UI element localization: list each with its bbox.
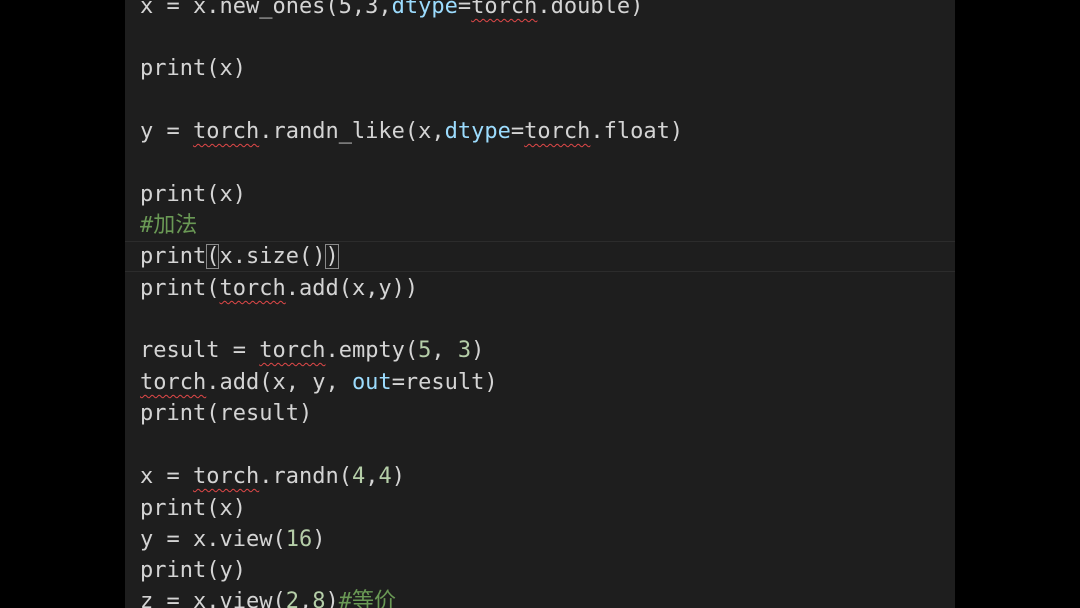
- code-token: print: [140, 244, 207, 269]
- code-token: torch: [524, 119, 591, 144]
- code-line[interactable]: z = x.view(2,8)#等价: [140, 586, 396, 608]
- code-token: torch: [192, 464, 260, 489]
- code-line[interactable]: print(torch.add(x,y)): [140, 273, 418, 304]
- code-token: torch: [192, 119, 260, 144]
- code-token: torch: [140, 370, 207, 395]
- code-token: ): [325, 589, 339, 608]
- code-token: 8: [312, 589, 326, 608]
- code-line[interactable]: y = x.view(16): [140, 524, 325, 555]
- code-editor[interactable]: x = x.new_ones(5,3,dtype=torch.double) p…: [125, 0, 955, 608]
- code-line[interactable]: x = torch.randn(4,4): [140, 461, 405, 492]
- code-token: .double): [537, 0, 644, 19]
- code-token: =: [510, 119, 525, 144]
- code-token: ,: [365, 464, 379, 489]
- code-line[interactable]: print(x): [140, 53, 246, 84]
- code-token: ): [312, 527, 326, 552]
- code-line[interactable]: torch.add(x, y, out=result): [140, 367, 498, 398]
- code-token: result =: [140, 338, 260, 363]
- code-line[interactable]: #加法: [140, 210, 197, 241]
- code-comment: #等价: [338, 589, 396, 608]
- code-comment: #加法: [140, 213, 198, 238]
- code-token: .float): [590, 119, 684, 144]
- code-token: ): [391, 464, 405, 489]
- code-token: =: [457, 0, 472, 19]
- code-token: 3: [457, 338, 472, 363]
- code-token: 4: [378, 464, 392, 489]
- code-line[interactable]: y = torch.randn_like(x,dtype=torch.float…: [140, 116, 683, 147]
- code-token: dtype: [391, 0, 458, 19]
- code-token: dtype: [444, 119, 511, 144]
- code-line[interactable]: print(x): [140, 493, 246, 524]
- code-token: y =: [140, 119, 193, 144]
- code-token: .empty(: [325, 338, 419, 363]
- code-token: print(x): [140, 496, 246, 521]
- code-token: z = x.view(: [140, 589, 286, 608]
- code-token: 4: [351, 464, 366, 489]
- code-line[interactable]: x = x.new_ones(5,3,dtype=torch.double): [140, 0, 643, 22]
- code-token: torch: [259, 338, 326, 363]
- code-token: torch: [471, 0, 538, 19]
- code-token: print(: [140, 276, 220, 301]
- code-token: y = x.view(: [140, 527, 286, 552]
- code-token: x =: [140, 464, 193, 489]
- code-token: .randn_like(x,: [259, 119, 445, 144]
- code-token: print(y): [140, 558, 246, 583]
- code-token: print(x): [140, 56, 246, 81]
- code-line[interactable]: print(x): [140, 179, 246, 210]
- code-token: .add(x,y)): [285, 276, 419, 301]
- code-line[interactable]: print(y): [140, 555, 246, 586]
- code-token: ): [471, 338, 485, 363]
- code-token: x.size(): [219, 244, 326, 269]
- code-line-active[interactable]: print(x.size()): [140, 241, 339, 272]
- code-token: out: [351, 370, 392, 395]
- code-token: print(x): [140, 182, 246, 207]
- bracket-match-close: ): [325, 244, 339, 269]
- code-line[interactable]: print(result): [140, 398, 312, 429]
- code-token: print(result): [140, 401, 313, 426]
- code-token: .add(x, y,: [206, 370, 352, 395]
- code-token: 2: [285, 589, 299, 608]
- bracket-match-open: (: [206, 244, 220, 269]
- code-token: =result): [391, 370, 498, 395]
- code-token: .randn(: [259, 464, 352, 489]
- code-token: ,: [431, 338, 458, 363]
- code-token: ,: [298, 589, 313, 608]
- code-token: 5: [418, 338, 432, 363]
- code-token: torch: [219, 276, 286, 301]
- code-line[interactable]: result = torch.empty(5, 3): [140, 335, 484, 366]
- code-token: x = x.new_ones(5,3,: [140, 0, 392, 19]
- code-token: 16: [285, 527, 313, 552]
